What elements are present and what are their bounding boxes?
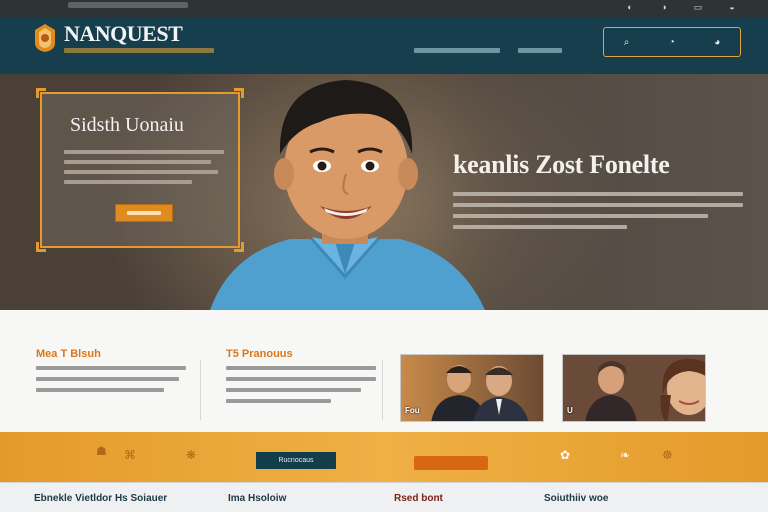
frame-corner-decoration [36,242,46,252]
social-icon[interactable]: ◑ [656,2,672,12]
frame-corner-decoration [36,88,46,98]
footer-link-2[interactable]: Ima Hsoloiw [228,493,286,504]
ornament-icon: ☸ [662,448,673,462]
user-icon[interactable]: ◔ [669,37,675,48]
search-icon[interactable]: ⌕ [624,37,630,48]
shield-lamp-icon[interactable] [33,20,57,56]
top-bar-icons: ◐ ◑ ▭ ◒ [622,2,740,12]
hero-card-button[interactable] [115,204,173,222]
column-2-text [226,366,376,403]
column-1-text [36,366,186,392]
hero-body-text [453,192,743,229]
hero-card-title: Sidsth Uonaiu [70,114,184,136]
header-actions-box: ⌕ ◔ ◕ [603,27,741,57]
share-icon[interactable]: ◒ [724,2,740,12]
footer-link-3[interactable]: Rsed bont [394,493,443,504]
people-photo [563,355,705,421]
promo-band-pill[interactable] [414,456,488,470]
photo-2-caption: U [567,406,573,415]
ornament-icon: ☗ [96,444,107,458]
hero-banner: Sidsth Uonaiu keanlis Zost Fonelte [0,74,768,310]
photo-1-caption: Fou [405,406,420,415]
team-photo-2[interactable]: U [562,354,706,422]
column-1-title[interactable]: Mea T Blsuh [36,348,101,360]
column-divider [382,360,383,420]
nav-item-1[interactable] [414,48,500,53]
ornament-icon: ❋ [186,448,197,462]
promo-band-button[interactable]: Rucnocaus [256,452,336,469]
content-section: Mea T Blsuh T5 Pranouus Fou U [0,310,768,432]
footer-link-1[interactable]: Ebnekle Vietldor Hs Soiauer [34,493,167,504]
top-utility-bar: ◐ ◑ ▭ ◒ [0,0,768,18]
column-divider [200,360,201,420]
lock-icon[interactable]: ◕ [714,37,720,48]
hero-child-photo [210,80,485,310]
team-photo-1[interactable]: Fou [400,354,544,422]
brand-logo-text[interactable]: NANQUEST [64,22,183,46]
promo-band: ☗ ⌘ ❋ Rucnocaus ✿ ❧ ☸ [0,432,768,482]
footer-links: Ebnekle Vietldor Hs Soiauer Ima Hsoloiw … [0,482,768,512]
ornament-icon: ✿ [560,448,571,462]
two-men-photo [401,355,543,421]
site-header: NANQUEST ⌕ ◔ ◕ [0,18,768,74]
hero-headline: keanlis Zost Fonelte [453,150,670,179]
ornament-icon: ❧ [620,448,631,462]
social-icon[interactable]: ◐ [622,2,638,12]
brand-tagline [64,48,214,53]
top-bar-text-placeholder [68,2,188,8]
footer-link-4[interactable]: Soiuthiiv woe [544,493,608,504]
column-2-title[interactable]: T5 Pranouus [226,348,293,360]
flag-icon[interactable]: ▭ [690,2,706,12]
ornament-icon: ⌘ [124,448,136,462]
nav-item-2[interactable] [518,48,562,53]
main-nav [414,48,562,53]
